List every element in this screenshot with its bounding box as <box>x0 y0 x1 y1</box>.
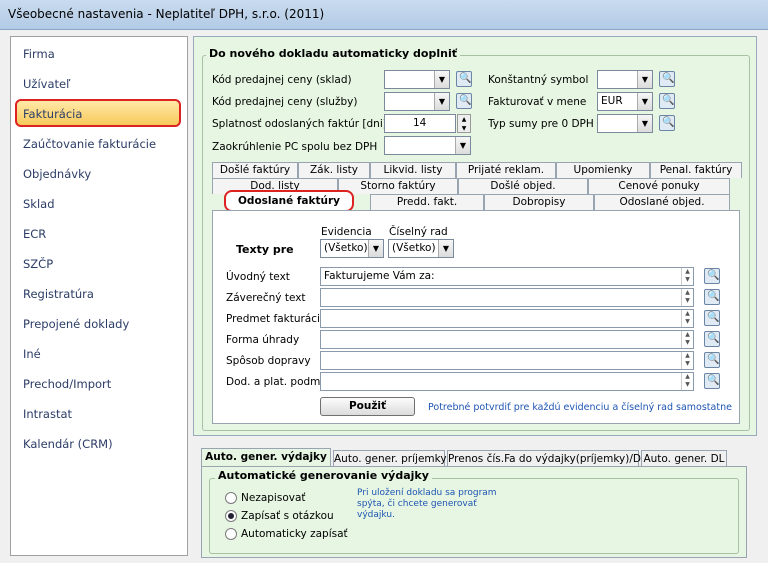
settings-sidebar: Firma Užívateľ Fakturácia Zaúčtovanie fa… <box>10 36 188 556</box>
chevron-down-icon[interactable]: ▼ <box>434 93 449 110</box>
sidebar-item-ine[interactable]: Iné <box>23 344 41 364</box>
splatnost-label: Splatnosť odoslaných faktúr [dni] <box>212 118 387 130</box>
sidebar-item-szcp[interactable]: SZČP <box>23 254 53 274</box>
radio-automaticky-zapisat[interactable] <box>225 528 237 540</box>
sidebar-item-prepojene[interactable]: Prepojené doklady <box>23 314 129 334</box>
tab-dosle-faktury[interactable]: Došlé faktúry <box>212 162 298 178</box>
tab-likvid-listy[interactable]: Likvid. listy <box>370 162 456 178</box>
sidebar-item-firma[interactable]: Firma <box>23 44 55 64</box>
kod-sklad-lookup-icon[interactable]: 🔍 <box>456 71 472 87</box>
kod-sklad-combo[interactable]: ▼ <box>384 70 450 89</box>
sidebar-item-registratura[interactable]: Registratúra <box>23 284 94 304</box>
tab-zak-listy[interactable]: Zák. listy <box>298 162 370 178</box>
tab-odoslane-objed[interactable]: Odoslané objed. <box>594 194 730 210</box>
kod-sklad-label: Kód predajnej ceny (sklad) <box>212 74 352 86</box>
typ-sumy-lookup-icon[interactable]: 🔍 <box>659 115 675 131</box>
autofill-group-title: Do nového dokladu automaticky doplniť <box>206 47 460 60</box>
konst-symbol-label: Konštantný symbol <box>488 74 589 86</box>
sidebar-item-zauctovanie[interactable]: Zaúčtovanie fakturácie <box>23 134 156 154</box>
splatnost-spinner[interactable]: ▲ ▼ <box>457 114 471 133</box>
tab-dosle-objed[interactable]: Došlé objed. <box>458 178 588 194</box>
mena-label: Fakturovať v mene <box>488 96 587 108</box>
tab-auto-gener-vydajky[interactable]: Auto. gener. výdajky <box>201 448 331 466</box>
tab-dobropisy[interactable]: Dobropisy <box>484 194 594 210</box>
predmet-fakturacie-lookup-icon[interactable]: 🔍 <box>704 310 720 326</box>
kod-sluzby-combo[interactable]: ▼ <box>384 92 450 111</box>
text-row-label: Spôsob dopravy <box>226 355 311 367</box>
sidebar-item-uzivatel[interactable]: Užívateľ <box>23 74 70 94</box>
konst-symbol-combo[interactable]: ▼ <box>597 70 653 89</box>
auto-gen-hint: Pri uložení dokladu sa program spýta, či… <box>357 488 497 520</box>
tab-storno-faktury[interactable]: Storno faktúry <box>338 178 458 194</box>
chevron-down-icon[interactable]: ▼ <box>455 137 470 154</box>
sidebar-item-prechod[interactable]: Prechod/Import <box>23 374 111 394</box>
text-row-label: Úvodný text <box>226 271 290 283</box>
mena-lookup-icon[interactable]: 🔍 <box>659 93 675 109</box>
typ-sumy-label: Typ sumy pre 0 DPH <box>488 118 594 130</box>
tab-prijate-reklam[interactable]: Prijaté reklam. <box>456 162 556 178</box>
tab-odoslane-faktury[interactable]: Odoslané faktúry <box>224 190 354 212</box>
text-row-label: Predmet fakturácie <box>226 313 327 325</box>
radio-nezapisovat[interactable] <box>225 492 237 504</box>
zaverecny-text-lookup-icon[interactable]: 🔍 <box>704 289 720 305</box>
tab-cenove-ponuky[interactable]: Cenové ponuky <box>588 178 730 194</box>
text-row-label: Forma úhrady <box>226 334 300 346</box>
forma-uhrady-lookup-icon[interactable]: 🔍 <box>704 331 720 347</box>
apply-button[interactable]: Použiť <box>320 397 415 416</box>
typ-sumy-combo[interactable]: ▼ <box>597 114 653 133</box>
bottom-panel: Auto. gener. výdajky Auto. gener. príjem… <box>193 440 757 558</box>
evidencia-combo[interactable]: (Všetko) ▼ <box>320 239 384 258</box>
main-settings-panel: Do nového dokladu automaticky doplniť Kó… <box>193 36 757 436</box>
text-row-label: Dod. a plat. podm. <box>226 376 324 388</box>
sposob-dopravy-lookup-icon[interactable]: 🔍 <box>704 352 720 368</box>
chevron-down-icon[interactable]: ▼ <box>434 71 449 88</box>
ciselny-rad-combo[interactable]: (Všetko) ▼ <box>388 239 454 258</box>
dod-plat-podm-field[interactable]: ▲ ▼ <box>320 372 694 391</box>
kod-sluzby-lookup-icon[interactable]: 🔍 <box>456 93 472 109</box>
texty-pre-label: Texty pre <box>236 243 294 256</box>
sidebar-item-objednavky[interactable]: Objednávky <box>23 164 91 184</box>
radio-zapisat-s-otazkou[interactable] <box>225 510 237 522</box>
sidebar-item-ecr[interactable]: ECR <box>23 224 46 244</box>
splatnost-input[interactable]: 14 <box>384 114 456 133</box>
chevron-down-icon[interactable]: ▼ <box>637 93 652 110</box>
ciselny-rad-label: Číselný rad <box>389 226 448 238</box>
sidebar-item-intrastat[interactable]: Intrastat <box>23 404 72 424</box>
uvodny-text-field[interactable]: Fakturujeme Vám za: ▲ ▼ <box>320 267 694 286</box>
chevron-down-icon[interactable]: ▼ <box>368 240 383 257</box>
zaokruhlenie-label: Zaokrúhlenie PC spolu bez DPH <box>212 141 378 153</box>
sposob-dopravy-field[interactable]: ▲ ▼ <box>320 351 694 370</box>
tab-predd-fakt[interactable]: Predd. fakt. <box>370 194 484 210</box>
sidebar-item-fakturacia[interactable]: Fakturácia <box>23 104 82 124</box>
radio-label: Automaticky zapísať <box>241 528 348 540</box>
auto-gen-group-title: Automatické generovanie výdajky <box>215 469 432 482</box>
sidebar-item-sklad[interactable]: Sklad <box>23 194 55 214</box>
mena-combo[interactable]: EUR ▼ <box>597 92 653 111</box>
evidencia-label: Evidencia <box>321 226 372 238</box>
forma-uhrady-field[interactable]: ▲ ▼ <box>320 330 694 349</box>
dod-plat-podm-lookup-icon[interactable]: 🔍 <box>704 373 720 389</box>
radio-label: Nezapisovať <box>241 492 306 504</box>
radio-label: Zapísať s otázkou <box>241 510 334 522</box>
apply-hint: Potrebné potvrdiť pre každú evidenciu a … <box>428 402 732 413</box>
text-row-label: Záverečný text <box>226 292 306 304</box>
predmet-fakturacie-field[interactable]: ▲ ▼ <box>320 309 694 328</box>
sidebar-item-kalendar[interactable]: Kalendár (CRM) <box>23 434 113 454</box>
konst-symbol-lookup-icon[interactable]: 🔍 <box>659 71 675 87</box>
tab-upomienky[interactable]: Upomienky <box>556 162 650 178</box>
uvodny-text-lookup-icon[interactable]: 🔍 <box>704 268 720 284</box>
zaokruhlenie-combo[interactable]: ▼ <box>384 136 471 155</box>
tab-penal-faktury[interactable]: Penal. faktúry <box>650 162 742 178</box>
chevron-down-icon[interactable]: ▼ <box>438 240 453 257</box>
zaverecny-text-field[interactable]: ▲ ▼ <box>320 288 694 307</box>
chevron-down-icon[interactable]: ▼ <box>637 115 652 132</box>
kod-sluzby-label: Kód predajnej ceny (služby) <box>212 96 358 108</box>
window-title: Všeobecné nastavenia - Neplatiteľ DPH, s… <box>8 7 325 21</box>
chevron-down-icon[interactable]: ▼ <box>637 71 652 88</box>
